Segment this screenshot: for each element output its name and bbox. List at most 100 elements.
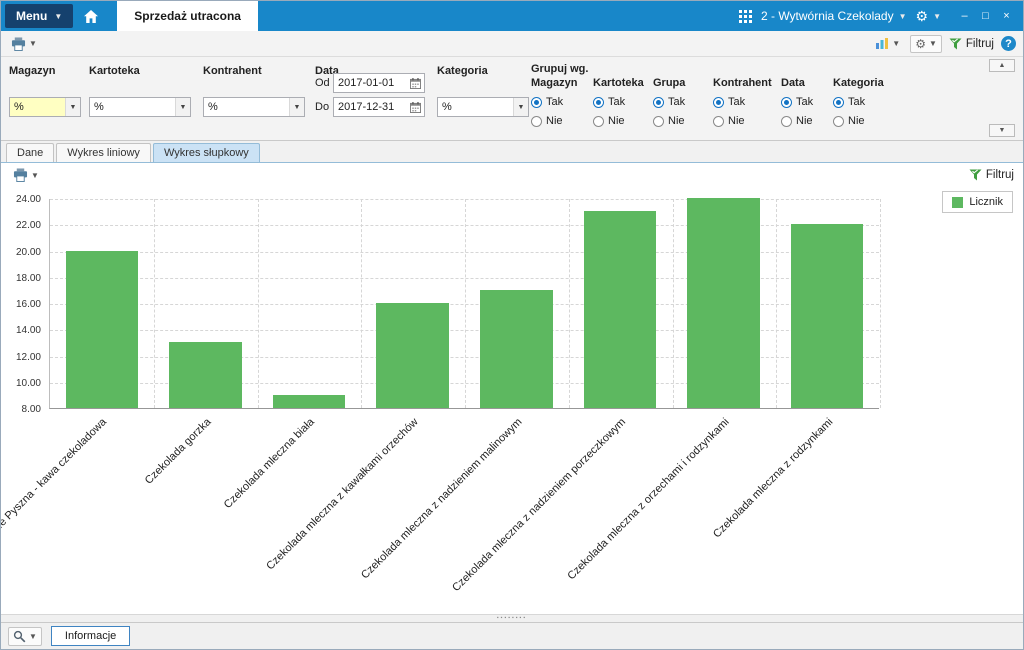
radio-label: Tak	[608, 96, 626, 108]
radio-icon	[781, 96, 792, 108]
maximize-button[interactable]: □	[977, 10, 994, 22]
help-button[interactable]: ?	[1001, 36, 1016, 51]
legend-swatch	[952, 196, 964, 208]
tab-dane[interactable]: Dane	[6, 143, 55, 162]
company-selector[interactable]: 2 - Wytwórnia Czekolady ▼	[761, 9, 907, 23]
x-tick-label: Czekolada mleczna z nadzieniem malinowym	[358, 416, 525, 582]
group-kartoteka-nie[interactable]: Nie	[593, 115, 644, 127]
bar[interactable]	[790, 224, 864, 408]
menu-button[interactable]: Menu ▼	[5, 4, 74, 28]
date-to-field[interactable]: 2017-12-31	[333, 97, 425, 117]
window-controls: – □ ×	[956, 10, 1015, 22]
radio-icon	[593, 115, 604, 127]
do-label: Do	[315, 101, 330, 113]
tab-wykres-liniowy[interactable]: Wykres liniowy	[56, 143, 151, 162]
bar[interactable]	[687, 198, 760, 408]
group-grupa-tak[interactable]: Tak	[653, 96, 685, 108]
y-tick-label: 20.00	[15, 246, 41, 258]
chevron-down-icon: ▼	[29, 39, 37, 48]
legend-label: Licznik	[969, 196, 1003, 208]
app-window: Menu ▼ Sprzedaż utracona 2 - Wytwórnia C…	[0, 0, 1024, 650]
x-tick-label: Czekolada mleczna biała	[221, 416, 317, 511]
od-label: Od	[315, 77, 330, 89]
chevron-up-icon: ▲	[998, 62, 1006, 69]
informacje-button[interactable]: Informacje	[50, 626, 131, 646]
filter-panel: ▲ Magazyn % ▼ Kartoteka % ▼ Kontrahent %…	[1, 57, 1023, 141]
chart-toolbar: ▼ Filtruj	[1, 163, 1023, 187]
y-tick-label: 18.00	[15, 272, 41, 284]
radio-icon	[653, 115, 664, 127]
group-kategoria-tak[interactable]: Tak	[833, 96, 884, 108]
magazyn-select[interactable]: % ▼	[9, 97, 81, 117]
magnifier-icon	[13, 630, 26, 642]
print-button[interactable]: ▼	[8, 35, 40, 53]
kategoria-select-value: %	[442, 101, 452, 113]
apps-grid-icon	[738, 9, 752, 23]
bar[interactable]	[480, 289, 553, 408]
x-tick-label: Czekolada mleczna z rodzynkami	[711, 416, 836, 541]
radio-icon	[781, 115, 792, 127]
bar[interactable]	[376, 303, 449, 408]
close-button[interactable]: ×	[998, 10, 1015, 22]
x-labels: Cafe Pyszna - kawa czekoladowa Czekolada …	[1, 409, 879, 609]
company-selector-label: 2 - Wytwórnia Czekolady	[760, 9, 894, 23]
group-data-tak[interactable]: Tak	[781, 96, 813, 108]
y-tick-label: 12.00	[15, 351, 41, 363]
collapse-filter-panel-button[interactable]: ▲	[989, 59, 1015, 72]
expand-filter-panel-button[interactable]: ▼	[989, 124, 1015, 137]
radio-icon	[531, 115, 542, 127]
chart-type-button[interactable]: ▼	[872, 35, 903, 52]
group-data-nie[interactable]: Nie	[781, 115, 813, 127]
calendar-icon[interactable]	[407, 77, 424, 89]
chevron-down-icon: ▼	[289, 98, 304, 116]
chevron-down-icon: ▼	[513, 98, 528, 116]
kontrahent-label: Kontrahent	[203, 65, 262, 77]
titlebar: Menu ▼ Sprzedaż utracona 2 - Wytwórnia C…	[1, 1, 1023, 31]
home-button[interactable]	[73, 1, 109, 31]
group-label: Magazyn	[531, 77, 578, 89]
splitter-grip-icon: ▪▪▪▪▪▪▪▪	[496, 615, 528, 621]
filter-funnel-icon	[969, 169, 982, 181]
settings-menu-button[interactable]: ⚙ ▼	[916, 9, 941, 23]
group-kontrahent-nie[interactable]: Nie	[713, 115, 772, 127]
radio-label: Tak	[728, 96, 746, 108]
x-tick-label: Czekolada mleczna z nadzieniem porzeczko…	[450, 416, 629, 594]
y-tick-label: 8.00	[21, 404, 41, 415]
group-kategoria-nie[interactable]: Nie	[833, 115, 884, 127]
page-tab-sprzedaz-utracona[interactable]: Sprzedaż utracona	[117, 1, 258, 31]
statusbar-zoom-button[interactable]: ▼	[8, 626, 42, 646]
chart-settings-button[interactable]: ⚙ ▼	[910, 34, 942, 53]
filter-apply-label: Filtruj	[965, 37, 994, 50]
kategoria-select[interactable]: % ▼	[437, 97, 529, 117]
group-by-kontrahent: Kontrahent Tak Nie	[713, 77, 772, 127]
group-magazyn-nie[interactable]: Nie	[531, 115, 577, 127]
group-grupa-nie[interactable]: Nie	[653, 115, 685, 127]
bar[interactable]	[272, 394, 346, 408]
radio-icon	[531, 96, 542, 108]
chart-print-button[interactable]: ▼	[10, 166, 42, 184]
bar-chart: Licznik 8.00 10.00 12.00 14.00 16.00 18.00 20.…	[1, 187, 1023, 614]
date-from-field[interactable]: 2017-01-01	[333, 73, 425, 93]
calendar-icon[interactable]	[407, 101, 424, 113]
chevron-down-icon: ▼	[54, 11, 63, 21]
bar[interactable]	[169, 342, 242, 408]
chevron-down-icon: ▼	[65, 98, 80, 116]
radio-label: Tak	[848, 96, 866, 108]
group-kontrahent-tak[interactable]: Tak	[713, 96, 772, 108]
minimize-button[interactable]: –	[956, 10, 973, 22]
filter-apply-button[interactable]: Filtruj	[949, 38, 994, 50]
printer-icon	[11, 36, 26, 51]
home-icon	[84, 9, 99, 23]
bar[interactable]	[65, 250, 139, 408]
bar[interactable]	[583, 211, 657, 408]
kartoteka-select[interactable]: % ▼	[89, 97, 191, 117]
tab-wykres-slupkowy[interactable]: Wykres słupkowy	[152, 143, 260, 162]
apps-grid-button[interactable]	[738, 9, 752, 23]
radio-label: Tak	[668, 96, 686, 108]
group-magazyn-tak[interactable]: Tak	[531, 96, 577, 108]
view-tabstrip: Dane Wykres liniowy Wykres słupkowy	[1, 141, 1023, 163]
pane-splitter[interactable]: ▪▪▪▪▪▪▪▪	[1, 614, 1023, 622]
kontrahent-select[interactable]: % ▼	[203, 97, 305, 117]
group-kartoteka-tak[interactable]: Tak	[593, 96, 644, 108]
chart-filter-button[interactable]: Filtruj	[969, 169, 1014, 181]
